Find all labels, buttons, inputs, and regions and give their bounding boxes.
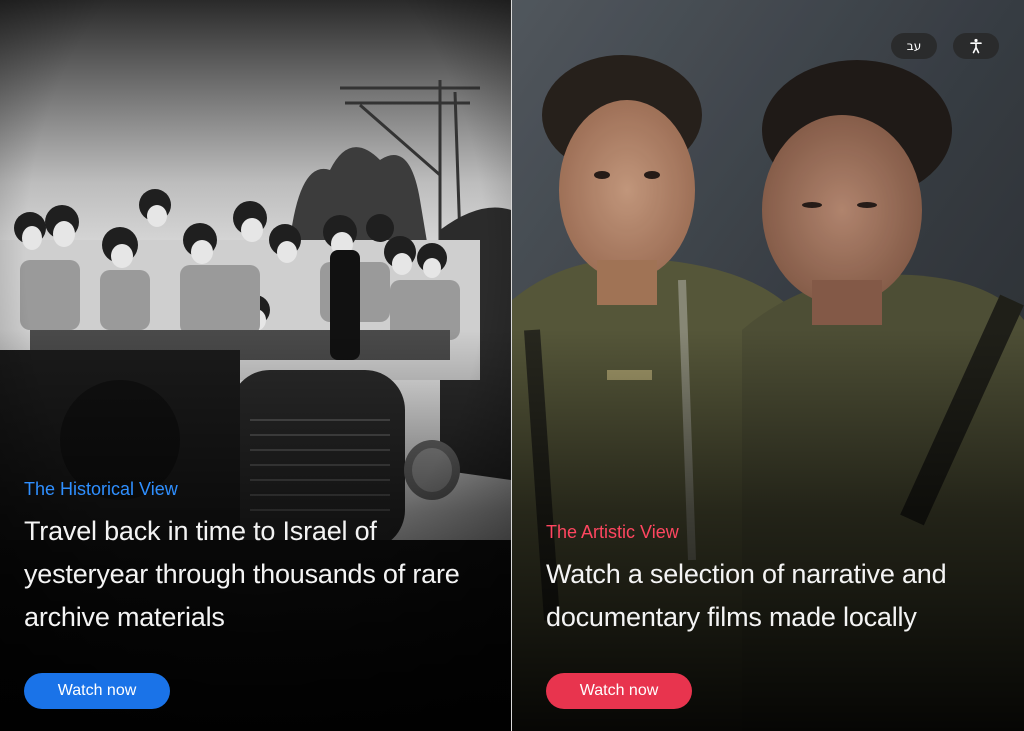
historical-view-headline: Travel back in time to Israel of yestery… bbox=[24, 516, 460, 632]
accessibility-icon bbox=[970, 38, 982, 54]
accessibility-button[interactable] bbox=[953, 33, 999, 59]
historical-view-kicker: The Historical View bbox=[24, 479, 178, 499]
panel-divider bbox=[511, 0, 512, 731]
artistic-watch-now-button[interactable]: Watch now bbox=[546, 673, 692, 709]
split-hero: The Historical View Travel back in time … bbox=[0, 0, 1024, 731]
artistic-view-content: The Artistic View Watch a selection of n… bbox=[546, 521, 1000, 709]
historical-view-content: The Historical View Travel back in time … bbox=[24, 478, 487, 709]
historical-view-panel[interactable]: The Historical View Travel back in time … bbox=[0, 0, 511, 731]
top-controls: עב bbox=[891, 33, 999, 59]
historical-watch-now-button[interactable]: Watch now bbox=[24, 673, 170, 709]
language-toggle-button[interactable]: עב bbox=[891, 33, 937, 59]
artistic-view-headline: Watch a selection of narrative and docum… bbox=[546, 559, 947, 632]
artistic-view-kicker: The Artistic View bbox=[546, 522, 679, 542]
